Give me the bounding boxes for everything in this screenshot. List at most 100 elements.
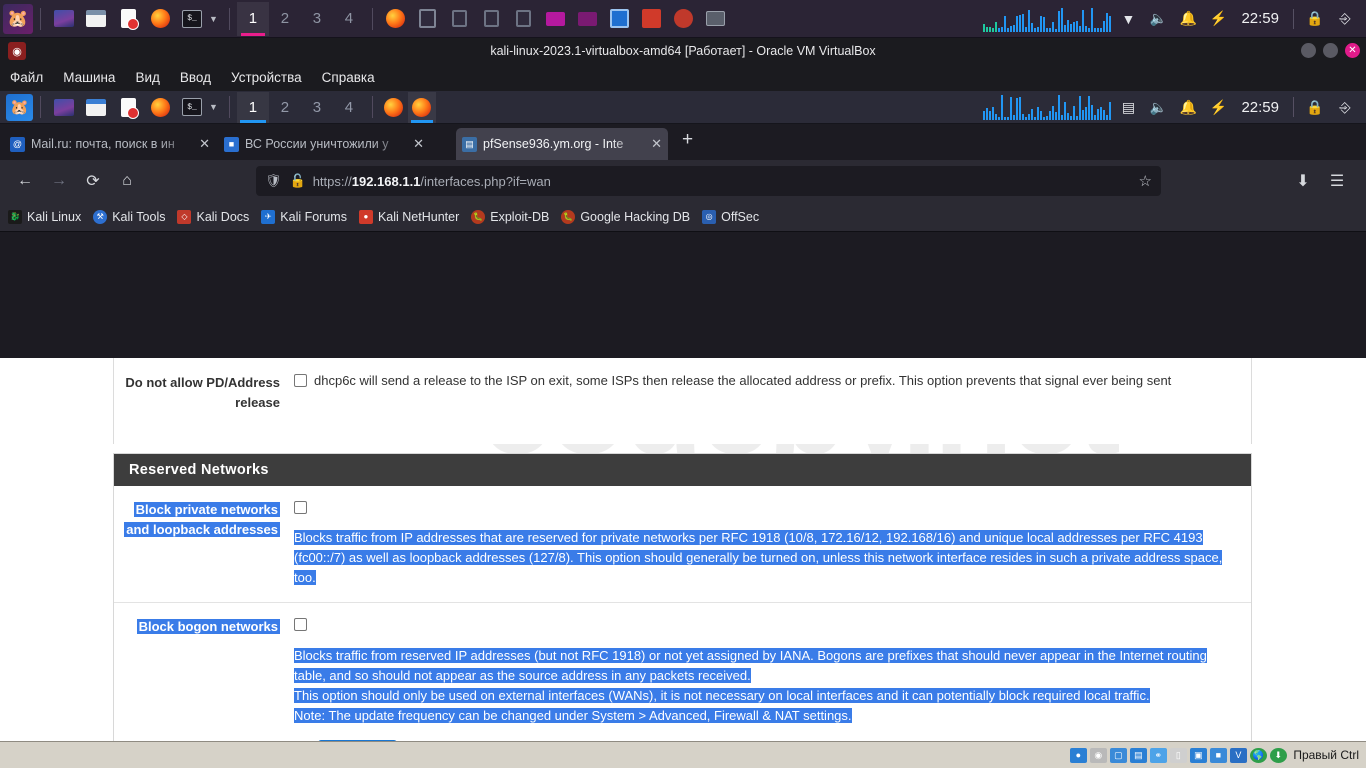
firefox-icon[interactable]	[147, 6, 173, 32]
guest-document-icon[interactable]	[115, 94, 141, 120]
tab-pfsense[interactable]: ▤ pfSense936.ym.org - Inte ✕	[456, 128, 668, 160]
tab-title: ВС России уничтожили у	[245, 137, 389, 151]
reload-button[interactable]: ⟳	[78, 166, 108, 196]
menu-hamburger-icon[interactable]: ☰	[1322, 166, 1352, 196]
files-icon[interactable]	[51, 6, 77, 32]
taskbar-virtualbox-window[interactable]	[671, 6, 697, 32]
guest-terminal-icon[interactable]: $_	[179, 94, 205, 120]
cd-icon[interactable]: ◉	[1089, 747, 1107, 763]
kali-menu-icon[interactable]: 🐹	[3, 3, 33, 34]
menu-item-file[interactable]: Файл	[0, 67, 53, 88]
guest-window-firefox-2[interactable]	[407, 91, 436, 123]
guest-workspace-4[interactable]: 4	[333, 92, 365, 123]
bookmark-star-icon[interactable]: ☆	[1139, 172, 1152, 190]
usb-icon[interactable]: ⚭	[1149, 747, 1167, 763]
terminal-icon[interactable]: $_	[179, 6, 205, 32]
bookmark-kali-linux[interactable]: 🐉 Kali Linux	[8, 209, 81, 224]
guest-workspace-2[interactable]: 2	[269, 92, 301, 123]
guest-workspace-3[interactable]: 3	[301, 92, 333, 123]
taskbar-terminal-window-1[interactable]	[415, 6, 441, 32]
bookmark-kali-nethunter[interactable]: ● Kali NetHunter	[358, 209, 459, 224]
menu-item-input[interactable]: Ввод	[170, 67, 221, 88]
battery-icon[interactable]: ⚡	[1205, 6, 1231, 32]
url-bar[interactable]: 🛡 🔓 https://192.168.1.1/interfaces.php?i…	[256, 166, 1161, 196]
guest-chevron-down-icon[interactable]: ▼	[209, 102, 218, 112]
taskbar-monitor-window[interactable]	[607, 6, 633, 32]
taskbar-window-5[interactable]	[543, 6, 569, 32]
maximize-button[interactable]	[1323, 43, 1338, 58]
chevron-down-icon[interactable]: ▼	[209, 14, 218, 24]
host-workspace-3[interactable]: 3	[301, 2, 333, 36]
volume-icon[interactable]: 🔈	[1145, 6, 1171, 32]
menu-item-devices[interactable]: Устройства	[221, 67, 312, 88]
back-button[interactable]: ←	[10, 166, 40, 196]
bookmark-kali-docs[interactable]: ◇ Kali Docs	[177, 209, 249, 224]
taskbar-tool-window[interactable]	[639, 6, 665, 32]
tab-news[interactable]: ■ ВС России уничтожили у ✕	[218, 128, 430, 160]
taskbar-window-6[interactable]	[575, 6, 601, 32]
wifi-icon[interactable]: ▼	[1115, 6, 1141, 32]
taskbar-window-3[interactable]	[479, 6, 505, 32]
globe-icon[interactable]: 🌎	[1249, 747, 1267, 763]
floppy-icon[interactable]: ▢	[1109, 747, 1127, 763]
network-icon[interactable]: ▤	[1115, 94, 1141, 120]
insecure-lock-icon[interactable]: 🔓	[290, 173, 306, 189]
menu-item-help[interactable]: Справка	[312, 67, 385, 88]
divider	[371, 7, 373, 30]
close-icon[interactable]: ✕	[413, 136, 424, 152]
taskbar-window-4[interactable]	[511, 6, 537, 32]
bookmark-google-hacking-db[interactable]: 🐛 Google Hacking DB	[561, 209, 690, 224]
bookmark-label: Kali Tools	[112, 209, 166, 224]
guest-file-manager-icon[interactable]	[83, 94, 109, 120]
bookmark-offsec[interactable]: ◎ OffSec	[702, 209, 759, 224]
guest-kali-menu-icon[interactable]: 🐹	[6, 93, 33, 121]
notification-icon[interactable]: 🔔	[1175, 6, 1201, 32]
file-manager-icon[interactable]	[83, 6, 109, 32]
taskbar-firefox-window[interactable]	[383, 6, 409, 32]
logout-icon[interactable]: ⎆	[1332, 6, 1358, 32]
taskbar-terminal-window-2[interactable]	[447, 6, 473, 32]
bookmark-kali-forums[interactable]: ✈ Kali Forums	[261, 209, 347, 224]
guest-logout-icon[interactable]: ⎆	[1332, 94, 1358, 120]
home-button[interactable]: ⌂	[112, 166, 142, 196]
block-bogon-networks-checkbox[interactable]	[294, 618, 307, 631]
tab-mail-ru[interactable]: @ Mail.ru: почта, поиск в ин ✕	[4, 128, 216, 160]
menu-item-view[interactable]: Вид	[125, 67, 169, 88]
menu-item-machine[interactable]: Машина	[53, 67, 125, 88]
document-icon[interactable]	[115, 6, 141, 32]
block-private-networks-checkbox[interactable]	[294, 501, 307, 514]
display-icon[interactable]: ▣	[1189, 747, 1207, 763]
pocket-icon[interactable]: ⬇	[1288, 166, 1318, 196]
guest-files-icon[interactable]	[51, 94, 77, 120]
host-workspace-1[interactable]: 1	[236, 1, 269, 36]
guest-battery-icon[interactable]: ⚡	[1205, 94, 1231, 120]
close-icon[interactable]: ✕	[651, 136, 662, 152]
shared-folders-icon[interactable]: ▯	[1169, 747, 1187, 763]
do-not-allow-pd-checkbox[interactable]	[294, 374, 307, 387]
bookmark-kali-tools[interactable]: ⚒ Kali Tools	[93, 209, 166, 224]
news-icon: ■	[224, 136, 239, 152]
lock-icon[interactable]: 🔒	[1302, 6, 1328, 32]
network-icon[interactable]: ▤	[1129, 747, 1147, 763]
close-button[interactable]: ✕	[1345, 43, 1360, 58]
download-icon[interactable]: ⬇	[1269, 747, 1287, 763]
divider	[1293, 8, 1294, 29]
host-workspace-2[interactable]: 2	[269, 2, 301, 36]
shield-icon[interactable]: 🛡	[265, 173, 282, 189]
bookmark-exploit-db[interactable]: 🐛 Exploit-DB	[471, 209, 549, 224]
recording-icon[interactable]: ■	[1209, 747, 1227, 763]
minimize-button[interactable]	[1301, 43, 1316, 58]
close-icon[interactable]: ✕	[199, 136, 210, 152]
guest-window-firefox-1[interactable]	[380, 92, 408, 123]
host-workspace-4[interactable]: 4	[333, 2, 365, 36]
virtualization-icon[interactable]: V	[1229, 747, 1247, 763]
guest-notification-icon[interactable]: 🔔	[1175, 94, 1201, 120]
guest-volume-icon[interactable]: 🔈	[1145, 94, 1171, 120]
guest-firefox-icon[interactable]	[147, 94, 173, 120]
guest-lock-icon[interactable]: 🔒	[1302, 94, 1328, 120]
new-tab-button[interactable]: +	[670, 129, 705, 155]
hdd-icon[interactable]: ●	[1069, 747, 1087, 763]
guest-workspace-1[interactable]: 1	[236, 91, 269, 123]
forward-button[interactable]: →	[44, 166, 74, 196]
taskbar-image-window[interactable]	[703, 6, 729, 32]
